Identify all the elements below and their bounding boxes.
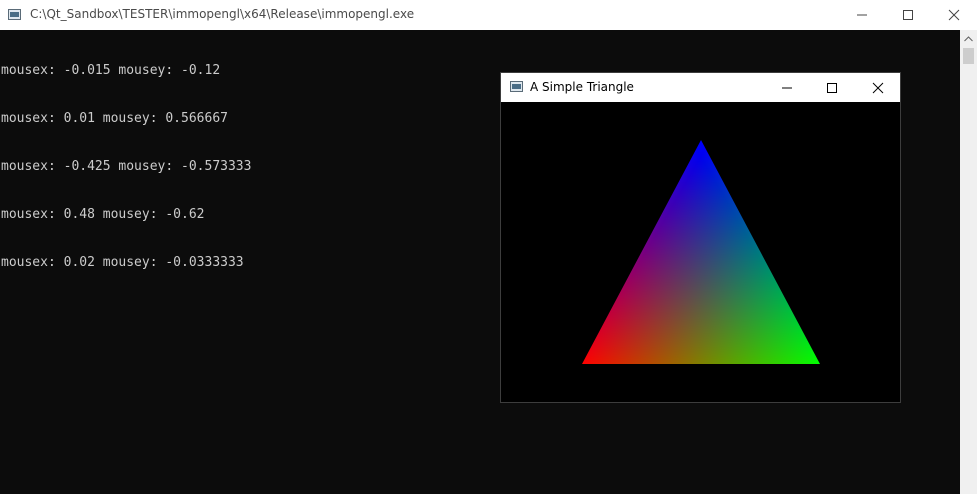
console-titlebar[interactable]: C:\Qt_Sandbox\TESTER\immopengl\x64\Relea… [0,0,977,30]
console-app-icon [8,9,21,20]
triangle-drawing [582,140,820,364]
console-title: C:\Qt_Sandbox\TESTER\immopengl\x64\Relea… [30,7,415,21]
scroll-thumb[interactable] [963,48,974,64]
console-line: mousex: 0.01 mousey: 0.566667 [1,111,228,126]
minimize-icon [782,87,792,88]
minimize-icon [857,14,867,16]
console-line: mousex: 0.02 mousey: -0.0333333 [1,255,244,270]
opengl-canvas[interactable] [501,102,900,402]
triangle-window-title: A Simple Triangle [530,80,634,94]
triangle-maximize-button[interactable] [809,73,855,102]
console-line: mousex: -0.015 mousey: -0.12 [1,63,221,78]
maximize-icon [827,82,837,93]
triangle-minimize-button[interactable] [764,73,810,102]
triangle [582,140,820,364]
close-icon [872,82,884,93]
console-close-button[interactable] [931,0,977,30]
console-maximize-button[interactable] [885,0,931,30]
console-minimize-button[interactable] [839,0,885,30]
window-app-icon [510,81,523,92]
triangle-close-button[interactable] [855,73,901,102]
chevron-up-icon [964,35,973,41]
console-output: mousex: -0.015 mousey: -0.12 mousex: 0.0… [1,31,251,303]
scroll-up-button[interactable] [960,30,977,47]
vertical-scrollbar[interactable] [960,30,977,494]
scroll-down-button[interactable] [960,477,977,494]
triangle-window-titlebar[interactable]: A Simple Triangle [501,73,900,102]
console-line: mousex: 0.48 mousey: -0.62 [1,207,205,222]
close-icon [948,9,960,21]
maximize-icon [903,10,913,20]
console-line: mousex: -0.425 mousey: -0.573333 [1,159,252,174]
triangle-window[interactable]: A Simple Triangle [500,72,901,403]
